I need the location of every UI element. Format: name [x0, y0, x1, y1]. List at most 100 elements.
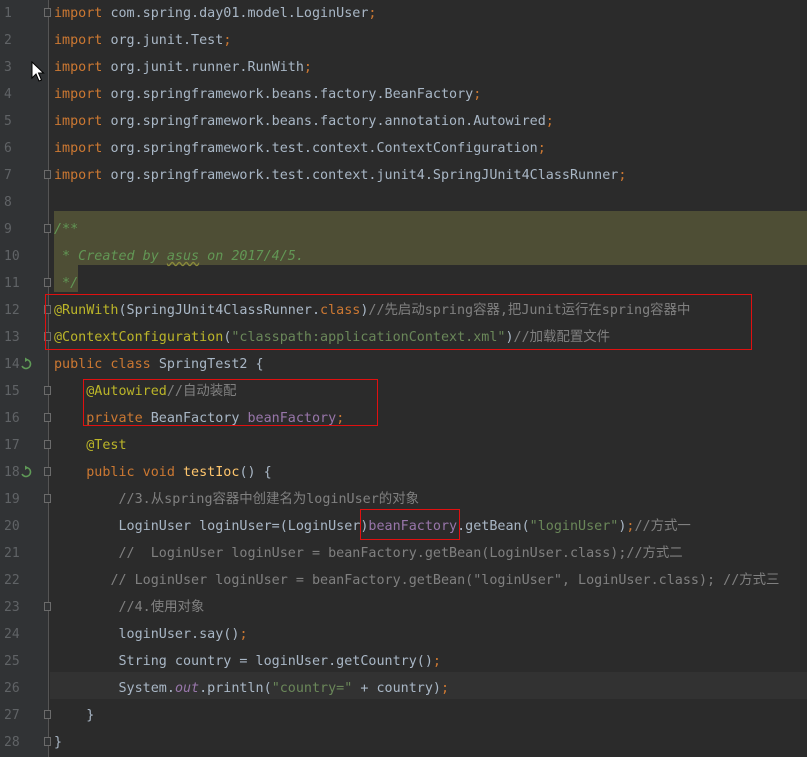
- code-text: // LoginUser loginUser = beanFactory.get…: [54, 540, 683, 567]
- code-token: out: [174, 681, 200, 696]
- code-line[interactable]: 21 // LoginUser loginUser = beanFactory.…: [0, 540, 807, 567]
- code-token: ;: [368, 6, 377, 21]
- code-text: public void testIoc() {: [54, 459, 271, 486]
- run-gutter-icon[interactable]: [19, 357, 33, 371]
- run-gutter-icon[interactable]: [19, 465, 33, 479]
- code-token: System.: [54, 681, 175, 696]
- code-line[interactable]: 17 @Test: [0, 432, 807, 459]
- fold-marker-icon[interactable]: [44, 710, 51, 719]
- code-text: import com.spring.day01.model.LoginUser;: [54, 0, 376, 27]
- code-line[interactable]: 25 String country = loginUser.getCountry…: [0, 648, 807, 675]
- code-token: .getBean(: [457, 519, 530, 534]
- code-line[interactable]: 11 */: [0, 270, 807, 297]
- code-line[interactable]: 22 // LoginUser loginUser = beanFactory.…: [0, 567, 807, 594]
- code-token: */: [54, 276, 79, 291]
- code-token: ;: [473, 87, 482, 102]
- code-text: * Created by asus on 2017/4/5.: [54, 243, 304, 270]
- line-number: 3: [4, 60, 12, 75]
- code-token: ;: [441, 681, 450, 696]
- line-number: 26: [4, 681, 20, 696]
- line-number: 8: [4, 195, 12, 210]
- code-text: import org.junit.Test;: [54, 27, 231, 54]
- code-token: //方式一: [634, 519, 691, 534]
- code-token: ;: [618, 168, 627, 183]
- code-line[interactable]: 18 public void testIoc() {: [0, 459, 807, 486]
- code-token: import: [54, 6, 111, 21]
- code-token: LoginUser loginUser=(LoginUser): [54, 519, 369, 534]
- code-editor[interactable]: 1 import com.spring.day01.model.LoginUser…: [0, 0, 807, 757]
- code-text: /**: [54, 216, 78, 243]
- code-token: * Created by: [54, 249, 167, 264]
- fold-marker-icon[interactable]: [44, 8, 51, 17]
- code-token: SpringTest2 {: [158, 357, 264, 372]
- line-number: 27: [4, 708, 20, 723]
- code-token: ;: [239, 627, 248, 642]
- code-token: public void: [86, 465, 183, 480]
- mouse-pointer-icon: [31, 61, 45, 82]
- code-text: import org.springframework.test.context.…: [54, 162, 626, 189]
- code-token: }: [54, 735, 63, 750]
- fold-marker-icon[interactable]: [44, 737, 51, 746]
- beanfactory-highlight-box: [360, 509, 460, 540]
- code-text: }: [54, 729, 62, 756]
- line-number: 10: [4, 249, 20, 264]
- code-token: org.springframework.beans.factory.BeanFa…: [110, 87, 474, 102]
- autowired-highlight-box: [83, 379, 378, 426]
- fold-marker-icon[interactable]: [44, 224, 51, 233]
- line-number: 16: [4, 411, 20, 426]
- fold-marker-icon[interactable]: [44, 170, 51, 179]
- code-line[interactable]: 24 loginUser.say();: [0, 621, 807, 648]
- code-line[interactable]: 27 }: [0, 702, 807, 729]
- fold-marker-icon[interactable]: [44, 467, 51, 476]
- line-number: 4: [4, 87, 12, 102]
- code-token: import: [54, 60, 111, 75]
- code-text: import org.springframework.beans.factory…: [54, 108, 554, 135]
- code-text: import org.springframework.test.context.…: [54, 135, 546, 162]
- code-token: ;: [537, 141, 546, 156]
- fold-marker-icon[interactable]: [44, 602, 51, 611]
- line-number: 24: [4, 627, 20, 642]
- code-line[interactable]: 3 import org.junit.runner.RunWith;: [0, 54, 807, 81]
- code-line[interactable]: 2 import org.junit.Test;: [0, 27, 807, 54]
- code-token: loginUser.say(): [54, 627, 240, 642]
- code-line[interactable]: 4 import org.springframework.beans.factor…: [0, 81, 807, 108]
- code-token: import: [54, 87, 111, 102]
- fold-marker-icon[interactable]: [44, 278, 51, 287]
- code-text: import org.springframework.beans.factory…: [54, 81, 481, 108]
- code-token: org.springframework.test.context.Context…: [110, 141, 538, 156]
- code-line[interactable]: 8: [0, 189, 807, 216]
- line-number: 6: [4, 141, 12, 156]
- fold-marker-icon[interactable]: [44, 494, 51, 503]
- code-line[interactable]: 23 //4.使用对象: [0, 594, 807, 621]
- line-number: 28: [4, 735, 20, 750]
- line-number: 25: [4, 654, 20, 669]
- code-line[interactable]: 28}: [0, 729, 807, 756]
- code-line[interactable]: 5 import org.springframework.beans.factor…: [0, 108, 807, 135]
- code-token: ;: [545, 114, 554, 129]
- fold-marker-icon[interactable]: [44, 386, 51, 395]
- code-token: ;: [223, 33, 232, 48]
- code-token: // LoginUser loginUser = beanFactory.get…: [118, 546, 683, 561]
- line-number: 23: [4, 600, 20, 615]
- fold-marker-icon[interactable]: [44, 413, 51, 422]
- code-text: String country = loginUser.getCountry();: [54, 648, 441, 675]
- code-token: import: [54, 168, 111, 183]
- code-line[interactable]: 6 import org.springframework.test.context…: [0, 135, 807, 162]
- code-line[interactable]: 1 import com.spring.day01.model.LoginUser…: [0, 0, 807, 27]
- code-token: com.spring.day01.model.LoginUser: [110, 6, 369, 21]
- line-number: 19: [4, 492, 20, 507]
- code-line[interactable]: 9 /**: [0, 216, 807, 243]
- code-token: org.springframework.test.context.junit4.…: [110, 168, 619, 183]
- code-line[interactable]: 7 import org.springframework.test.context…: [0, 162, 807, 189]
- fold-marker-icon[interactable]: [44, 440, 51, 449]
- code-token: @Test: [86, 438, 127, 453]
- code-line[interactable]: 14 public class SpringTest2 {: [0, 351, 807, 378]
- code-line[interactable]: 26 System.out.println("country=" + count…: [0, 675, 807, 702]
- line-number: 17: [4, 438, 20, 453]
- code-line[interactable]: 10 * Created by asus on 2017/4/5.: [0, 243, 807, 270]
